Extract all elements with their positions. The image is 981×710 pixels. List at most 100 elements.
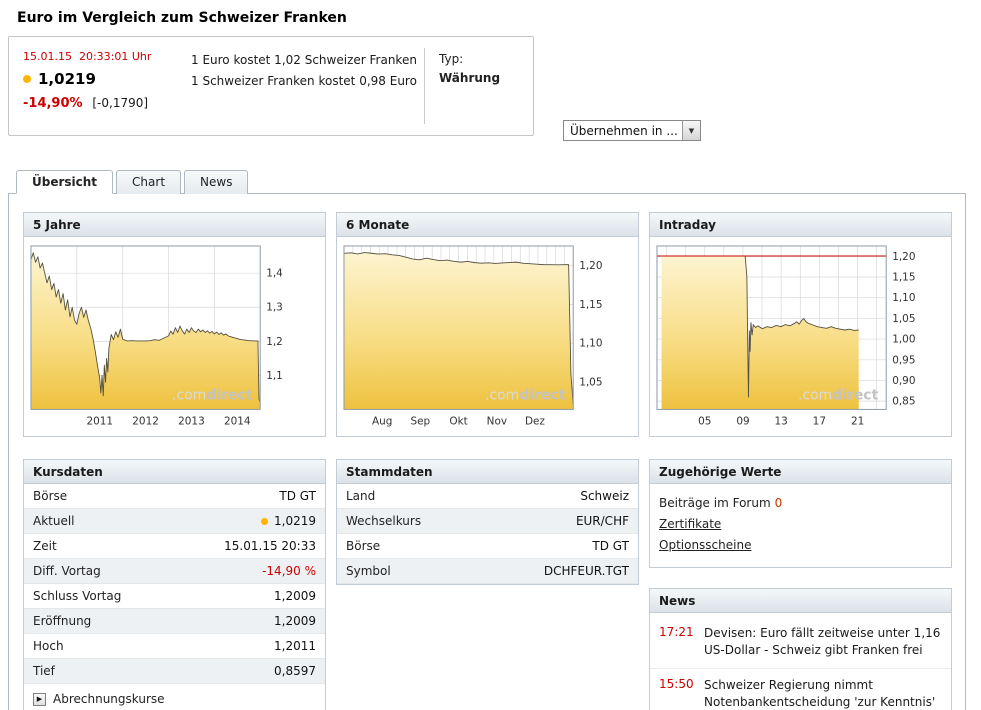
svg-text:2014: 2014	[224, 415, 251, 427]
table-row: Tief 0,8597	[24, 659, 325, 684]
abrechnungskurse-link[interactable]: ▶ Abrechnungskurse	[24, 684, 325, 710]
svg-text:1,20: 1,20	[579, 260, 602, 272]
svg-text:Sep: Sep	[410, 415, 430, 427]
svg-text:1,10: 1,10	[579, 338, 602, 350]
svg-text:1,00: 1,00	[892, 334, 915, 346]
news-time: 15:50	[659, 677, 695, 710]
price-bullet-icon	[23, 75, 31, 83]
chart-card-intraday: Intraday .comdirect 0,85 0,90 0,95 1,00 1,05 1…	[649, 212, 952, 437]
type-column: Typ: Währung	[439, 48, 519, 124]
uebernehmen-label: Übernehmen in ...	[564, 124, 678, 138]
stammdaten-title: Stammdaten	[337, 460, 638, 484]
news-title: News	[650, 589, 951, 613]
charts-row: 5 Jahre .comdirect 1,1 1,2 1,3 1,4 2011 2012 20…	[23, 212, 951, 437]
current-price: 1,0219	[38, 70, 96, 88]
svg-text:Dez: Dez	[525, 415, 545, 427]
chart-card-title: 5 Jahre	[24, 213, 325, 237]
table-row: Symbol DCHFEUR.TGT	[337, 559, 638, 584]
svg-text:1,15: 1,15	[892, 271, 915, 283]
table-row: Wechselkurs EUR/CHF	[337, 509, 638, 534]
link-optionsscheine[interactable]: Optionsscheine	[659, 535, 942, 556]
tab-bar: Übersicht Chart News	[16, 170, 981, 193]
tab-uebersicht[interactable]: Übersicht	[16, 170, 113, 194]
table-row: Aktuell 1,0219	[24, 509, 325, 534]
news-card: News 17:21 Devisen: Euro fällt zeitweise…	[649, 588, 952, 710]
svg-text:1,3: 1,3	[266, 302, 283, 314]
link-zertifikate[interactable]: Zertifikate	[659, 514, 942, 535]
svg-text:05: 05	[698, 415, 711, 427]
page: Euro im Vergleich zum Schweizer Franken …	[0, 0, 981, 710]
svg-text:2013: 2013	[178, 415, 205, 427]
chart-card-5-jahre: 5 Jahre .comdirect 1,1 1,2 1,3 1,4 2011 2012 20…	[23, 212, 326, 437]
svg-text:0,95: 0,95	[892, 354, 915, 366]
tab-news[interactable]: News	[184, 170, 248, 194]
chart-card-6-monate: 6 Monate .comdirect 1,05 1,10 1,15 1,20 Aug Se…	[336, 212, 639, 437]
svg-text:Aug: Aug	[372, 415, 392, 427]
change-absolute: [-0,1790]	[92, 96, 148, 110]
uebernehmen-dropdown[interactable]: Übernehmen in ... ▼	[563, 120, 701, 141]
chart-card-title: Intraday	[650, 213, 951, 237]
tab-chart[interactable]: Chart	[116, 170, 181, 194]
svg-text:1,05: 1,05	[579, 377, 602, 389]
table-row: Börse TD GT	[24, 484, 325, 509]
table-row: Börse TD GT	[337, 534, 638, 559]
svg-text:1,4: 1,4	[266, 268, 283, 280]
zugehoerige-werte-card: Zugehörige Werte Beiträge im Forum0 Zert…	[649, 459, 952, 568]
conversion-line-2: 1 Schweizer Franken kostet 0,98 Euro	[191, 71, 418, 92]
right-column: Zugehörige Werte Beiträge im Forum0 Zert…	[649, 459, 952, 710]
table-row: Diff. Vortag -14,90 %	[24, 559, 325, 584]
five-year-chart: .comdirect 1,1 1,2 1,3 1,4 2011 2012 2013 2014	[25, 240, 324, 435]
price-bullet-icon	[261, 518, 268, 525]
quote-area: 15.01.15 20:33:01 Uhr 1,0219 -14,90% [-0…	[0, 36, 981, 136]
news-headline[interactable]: Schweizer Regierung nimmt Notenbankentsc…	[704, 677, 942, 710]
news-headline[interactable]: Devisen: Euro fällt zeitweise unter 1,16…	[704, 625, 942, 659]
svg-text:1,20: 1,20	[892, 251, 915, 263]
svg-text:Nov: Nov	[487, 415, 507, 427]
chart-card-title: 6 Monate	[337, 213, 638, 237]
svg-text:2011: 2011	[86, 415, 113, 427]
type-value: Währung	[439, 69, 519, 88]
quote-timestamp: 15.01.15 20:33:01 Uhr	[23, 50, 191, 63]
svg-text:2012: 2012	[132, 415, 159, 427]
table-row: Zeit 15.01.15 20:33	[24, 534, 325, 559]
svg-text:1,15: 1,15	[579, 299, 602, 311]
forum-count: 0	[775, 496, 783, 510]
svg-text:0,85: 0,85	[892, 396, 915, 408]
change-percent: -14,90%	[23, 96, 83, 111]
table-row: Schluss Vortag 1,2009	[24, 584, 325, 609]
stammdaten-card: Stammdaten Land Schweiz Wechselkurs EUR/…	[336, 459, 639, 585]
svg-text:21: 21	[851, 415, 864, 427]
svg-text:0,90: 0,90	[892, 375, 915, 387]
svg-text:.comdirect: .comdirect	[798, 387, 879, 403]
vertical-divider	[424, 48, 425, 124]
svg-text:1,05: 1,05	[892, 313, 915, 325]
table-row: Eröffnung 1,2009	[24, 609, 325, 634]
overview-panel: 5 Jahre .comdirect 1,1 1,2 1,3 1,4 2011 2012 20…	[8, 193, 966, 710]
quote-price-column: 15.01.15 20:33:01 Uhr 1,0219 -14,90% [-0…	[23, 48, 191, 124]
kursdaten-title: Kursdaten	[24, 460, 325, 484]
table-row: Hoch 1,2011	[24, 634, 325, 659]
chevron-down-icon[interactable]: ▼	[682, 121, 700, 140]
kursdaten-card: Kursdaten Börse TD GT Aktuell 1,0219 Zei…	[23, 459, 326, 710]
forum-count-line[interactable]: Beiträge im Forum0	[659, 493, 942, 514]
svg-text:17: 17	[813, 415, 826, 427]
conversion-column: 1 Euro kostet 1,02 Schweizer Franken 1 S…	[191, 48, 418, 124]
expand-arrow-icon: ▶	[33, 693, 46, 706]
svg-text:09: 09	[736, 415, 749, 427]
news-item[interactable]: 15:50 Schweizer Regierung nimmt Notenban…	[650, 668, 951, 710]
news-item[interactable]: 17:21 Devisen: Euro fällt zeitweise unte…	[650, 617, 951, 668]
table-row: Land Schweiz	[337, 484, 638, 509]
svg-text:1,1: 1,1	[266, 370, 283, 382]
svg-text:1,2: 1,2	[266, 336, 283, 348]
intraday-chart: .comdirect 0,85 0,90 0,95 1,00 1,05 1,10 1,15 1,…	[651, 240, 950, 435]
svg-text:13: 13	[775, 415, 788, 427]
info-row: Kursdaten Börse TD GT Aktuell 1,0219 Zei…	[23, 459, 951, 710]
svg-text:.comdirect: .comdirect	[485, 387, 566, 403]
news-time: 17:21	[659, 625, 695, 659]
svg-text:1,10: 1,10	[892, 292, 915, 304]
type-label: Typ:	[439, 50, 519, 69]
six-month-chart: .comdirect 1,05 1,10 1,15 1,20 Aug Sep Okt Nov De…	[338, 240, 637, 435]
quote-box: 15.01.15 20:33:01 Uhr 1,0219 -14,90% [-0…	[8, 36, 534, 136]
svg-text:Okt: Okt	[449, 415, 467, 427]
svg-text:.comdirect: .comdirect	[172, 387, 253, 403]
